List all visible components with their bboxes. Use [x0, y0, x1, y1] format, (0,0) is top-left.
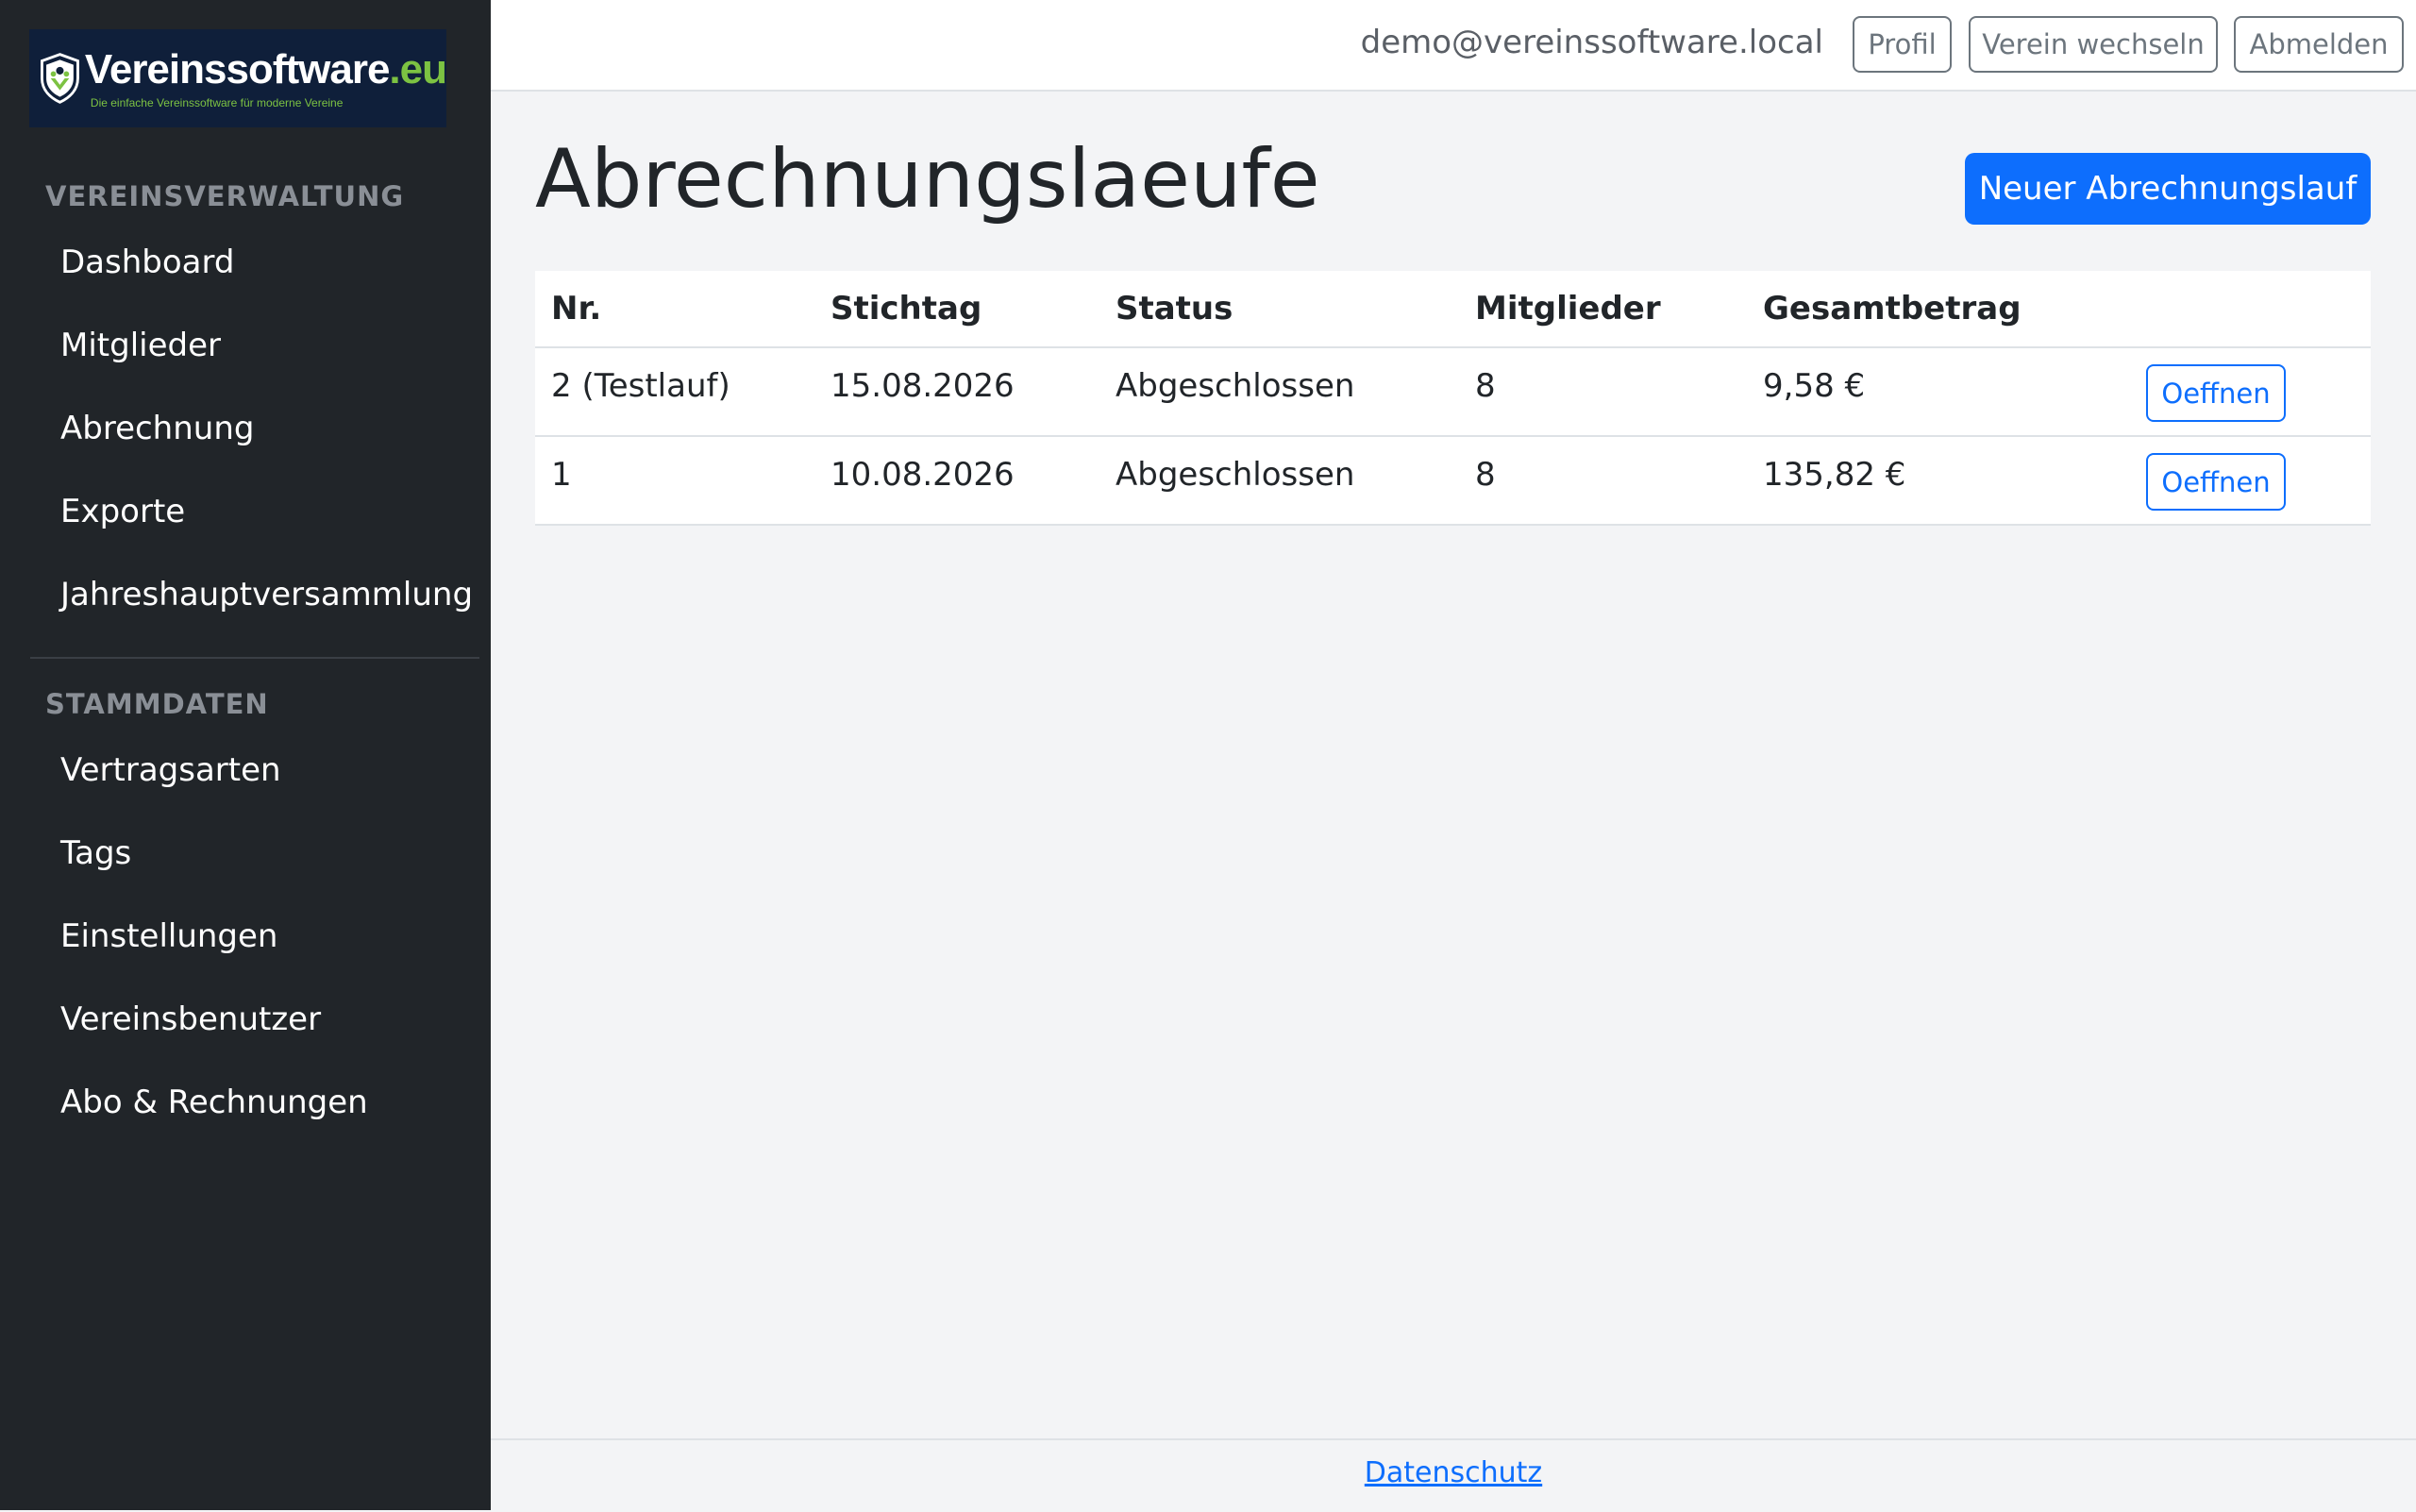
cell-action: Oeffnen: [2130, 347, 2371, 437]
profile-button[interactable]: Profil: [1853, 16, 1952, 73]
logout-button[interactable]: Abmelden: [2234, 16, 2404, 73]
page-title: Abrechnungslaeufe: [535, 132, 1320, 227]
footer: Datenschutz: [491, 1438, 2416, 1512]
column-header-stichtag: Stichtag: [814, 271, 1099, 348]
sidebar-item-abrechnung[interactable]: Abrechnung: [60, 410, 254, 447]
table-row: 2 (Testlauf) 15.08.2026 Abgeschlossen 8 …: [535, 347, 2371, 437]
billing-runs-table: Nr. Stichtag Status Mitglieder Gesamtbet…: [535, 271, 2371, 526]
privacy-link[interactable]: Datenschutz: [1365, 1456, 1542, 1489]
cell-stichtag: 10.08.2026: [814, 436, 1099, 526]
brand-logo[interactable]: Vereinssoftware.eu Die einfache Vereinss…: [29, 29, 447, 127]
sidebar-item-mitglieder[interactable]: Mitglieder: [60, 327, 221, 364]
shield-logo-icon: [41, 53, 79, 104]
sidebar-item-exporte[interactable]: Exporte: [60, 493, 185, 530]
column-header-mitglieder: Mitglieder: [1459, 271, 1747, 348]
cell-action: Oeffnen: [2130, 436, 2371, 526]
topbar: demo@vereinssoftware.local Profil Verein…: [491, 0, 2416, 92]
brand-tld: .eu: [389, 46, 447, 92]
nav-heading-vereinsverwaltung: VEREINSVERWALTUNG: [45, 180, 405, 212]
cell-status: Abgeschlossen: [1099, 436, 1459, 526]
sidebar-item-dashboard[interactable]: Dashboard: [60, 244, 234, 281]
sidebar-divider: [30, 657, 479, 659]
brand-name: Vereinssoftware: [84, 46, 390, 92]
sidebar-item-vereinsbenutzer[interactable]: Vereinsbenutzer: [60, 1000, 321, 1038]
sidebar-item-jahreshauptversammlung[interactable]: Jahreshauptversammlung: [60, 576, 473, 613]
table-row: 1 10.08.2026 Abgeschlossen 8 135,82 € Oe…: [535, 436, 2371, 526]
open-button[interactable]: Oeffnen: [2146, 364, 2286, 422]
table-header-row: Nr. Stichtag Status Mitglieder Gesamtbet…: [535, 271, 2371, 348]
cell-betrag: 9,58 €: [1747, 347, 2130, 437]
cell-nr: 2 (Testlauf): [535, 347, 814, 437]
cell-nr: 1: [535, 436, 814, 526]
column-header-status: Status: [1099, 271, 1459, 348]
new-billing-run-button[interactable]: Neuer Abrechnungslauf: [1965, 153, 2371, 225]
sidebar-item-abo-rechnungen[interactable]: Abo & Rechnungen: [60, 1084, 368, 1121]
cell-mitglieder: 8: [1459, 347, 1747, 437]
open-button[interactable]: Oeffnen: [2146, 453, 2286, 511]
cell-mitglieder: 8: [1459, 436, 1747, 526]
column-header-actions: [2130, 271, 2371, 348]
sidebar-item-tags[interactable]: Tags: [60, 834, 131, 872]
brand-tagline: Die einfache Vereinssoftware für moderne…: [90, 96, 344, 109]
sidebar-item-einstellungen[interactable]: Einstellungen: [60, 917, 277, 955]
sidebar: Vereinssoftware.eu Die einfache Vereinss…: [0, 0, 491, 1510]
column-header-nr: Nr.: [535, 271, 814, 348]
switch-club-button[interactable]: Verein wechseln: [1969, 16, 2218, 73]
nav-heading-stammdaten: STAMMDATEN: [45, 688, 269, 720]
user-email: demo@vereinssoftware.local: [1360, 24, 1823, 61]
column-header-gesamtbetrag: Gesamtbetrag: [1747, 271, 2130, 348]
cell-betrag: 135,82 €: [1747, 436, 2130, 526]
sidebar-item-vertragsarten[interactable]: Vertragsarten: [60, 751, 281, 789]
cell-status: Abgeschlossen: [1099, 347, 1459, 437]
cell-stichtag: 15.08.2026: [814, 347, 1099, 437]
